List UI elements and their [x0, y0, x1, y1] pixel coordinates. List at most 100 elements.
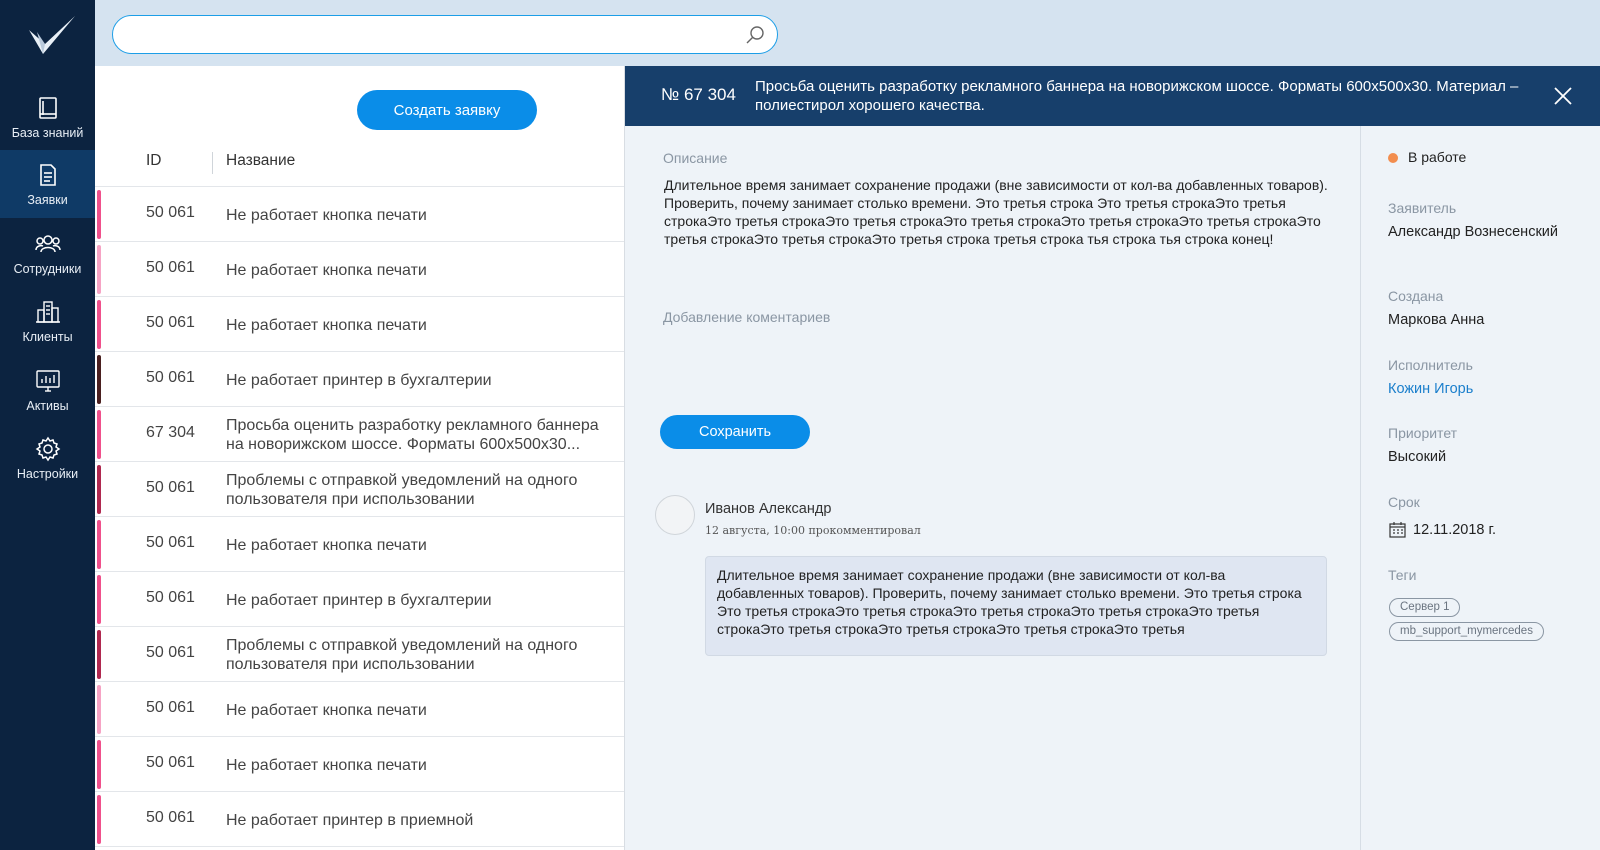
priority-marker — [97, 245, 101, 294]
table-row[interactable]: 50 061 Не работает кнопка печати — [95, 187, 624, 242]
priority-marker — [97, 575, 101, 624]
buildings-icon — [35, 300, 60, 323]
sidebar-item-label: База знаний — [11, 125, 84, 140]
table-row[interactable]: 50 061 Не работает принтер в бухгалтерии — [95, 352, 624, 407]
row-id: 50 061 — [146, 589, 195, 606]
status-text[interactable]: В работе — [1408, 149, 1466, 165]
applicant-value: Александр Вознесенский — [1388, 224, 1558, 240]
priority-value[interactable]: Высокий — [1388, 449, 1446, 465]
calendar-icon[interactable] — [1389, 521, 1406, 538]
column-divider — [212, 152, 213, 174]
priority-marker — [97, 630, 101, 679]
search-input[interactable] — [127, 24, 727, 46]
table-row[interactable]: 50 061 Проблемы с отправкой уведомлений н… — [95, 627, 624, 682]
row-title: Не работает принтер в приемной — [226, 811, 474, 829]
sidebar: База знаний Заявки Сотрудники Клиенты Ак… — [0, 0, 95, 850]
requests-list: 50 061 Не работает кнопка печати 50 061 Не … — [95, 186, 624, 847]
table-row[interactable]: 50 061 Не работает принтер в бухгалтерии — [95, 572, 624, 627]
comment-text: Длительное время занимает сохранение про… — [705, 556, 1327, 656]
table-row[interactable]: 67 304 Просьба оценить разработку рекламн… — [95, 407, 624, 462]
row-title: Проблемы с отправкой уведомлений на одно… — [226, 472, 578, 508]
row-id: 50 061 — [146, 259, 195, 276]
priority-marker — [97, 520, 101, 569]
comment-meta: 12 августа, 10:00 прокомментировал — [705, 524, 921, 537]
table-row[interactable]: 50 061 Проблемы с отправкой уведомлений н… — [95, 462, 624, 517]
row-title: Не работает кнопка печати — [226, 261, 427, 279]
priority-marker — [97, 685, 101, 734]
priority-marker — [97, 410, 101, 459]
row-title: Не работает кнопка печати — [226, 701, 427, 719]
sidebar-item-label: Настройки — [16, 466, 79, 481]
priority-marker — [97, 190, 101, 239]
row-title: Проблемы с отправкой уведомлений на одно… — [226, 637, 578, 673]
row-id: 50 061 — [146, 314, 195, 331]
tag-chip[interactable]: Сервер 1 — [1389, 598, 1461, 617]
priority-marker — [97, 355, 101, 404]
deadline-label: Срок — [1388, 494, 1420, 510]
created-value: Маркова Анна — [1388, 312, 1485, 328]
deadline-value[interactable]: 12.11.2018 г. — [1413, 522, 1496, 538]
table-row[interactable]: 50 061 Не работает кнопка печати — [95, 737, 624, 792]
row-id: 50 061 — [146, 534, 195, 551]
table-row[interactable]: 50 061 Не работает кнопка печати — [95, 682, 624, 737]
executor-link[interactable]: Кожин Игорь — [1388, 381, 1473, 397]
comment-input[interactable] — [663, 331, 1328, 401]
status-indicator — [1388, 153, 1398, 163]
comment-input-label: Добавление коментариев — [663, 309, 831, 325]
executor-label: Исполнитель — [1388, 357, 1473, 373]
requests-list-panel: Создать заявку ID Название 50 061 Не рабо… — [95, 66, 625, 850]
table-row[interactable]: 50 061 Не работает кнопка печати — [95, 242, 624, 297]
sidebar-item-label: Заявки — [27, 192, 68, 207]
column-header-id[interactable]: ID — [146, 152, 162, 182]
row-id: 50 061 — [146, 699, 195, 716]
priority-marker — [97, 300, 101, 349]
create-request-button[interactable]: Создать заявку — [357, 90, 537, 130]
request-title: Просьба оценить разработку рекламного ба… — [755, 78, 1519, 114]
request-detail-body: Описание Длительное время занимает сохра… — [625, 126, 1360, 850]
search-box[interactable] — [112, 15, 778, 54]
row-id: 50 061 — [146, 479, 195, 496]
row-id: 50 061 — [146, 809, 195, 826]
sidebar-item-requests[interactable]: Заявки — [0, 150, 95, 218]
row-title: Не работает кнопка печати — [226, 316, 427, 334]
tag-chip[interactable]: mb_support_mymercedes — [1389, 622, 1544, 641]
sidebar-item-clients[interactable]: Клиенты — [0, 287, 95, 355]
row-title: Не работает кнопка печати — [226, 206, 427, 224]
request-info-panel: В работе Заявитель Александр Вознесенски… — [1360, 126, 1600, 850]
table-row[interactable]: 50 061 Не работает кнопка печати — [95, 517, 624, 572]
sidebar-item-assets[interactable]: Активы — [0, 356, 95, 424]
search-icon[interactable] — [745, 25, 765, 45]
row-id: 50 061 — [146, 754, 195, 771]
row-title: Просьба оценить разработку рекламного ба… — [226, 417, 599, 453]
logo-checkmark-icon[interactable] — [27, 14, 77, 60]
description-text: Длительное время занимает сохранение про… — [664, 177, 1328, 247]
description-label: Описание — [663, 150, 728, 166]
avatar — [655, 495, 695, 535]
applicant-label: Заявитель — [1388, 200, 1457, 216]
close-icon[interactable] — [1552, 85, 1574, 107]
row-title: Не работает принтер в бухгалтерии — [226, 371, 492, 389]
sidebar-item-label: Сотрудники — [13, 261, 82, 276]
priority-marker — [97, 465, 101, 514]
sidebar-item-employees[interactable]: Сотрудники — [0, 219, 95, 287]
sidebar-item-label: Клиенты — [22, 329, 73, 344]
priority-marker — [97, 740, 101, 789]
row-id: 67 304 — [146, 424, 195, 441]
top-bar — [95, 0, 1600, 66]
row-title: Не работает кнопка печати — [226, 536, 427, 554]
sidebar-item-knowledge-base[interactable]: База знаний — [0, 83, 95, 151]
table-row[interactable]: 50 061 Не работает кнопка печати — [95, 297, 624, 352]
save-button[interactable]: Сохранить — [660, 415, 810, 449]
table-row[interactable]: 50 061 Не работает принтер в приемной — [95, 792, 624, 847]
created-label: Создана — [1388, 288, 1444, 304]
row-id: 50 061 — [146, 644, 195, 661]
tags-label: Теги — [1388, 567, 1417, 583]
row-title: Не работает кнопка печати — [226, 756, 427, 774]
users-icon — [34, 234, 61, 252]
row-title: Не работает принтер в бухгалтерии — [226, 591, 492, 609]
book-icon — [38, 96, 57, 119]
gear-icon — [35, 436, 60, 461]
sidebar-item-settings[interactable]: Настройки — [0, 424, 95, 492]
column-header-name[interactable]: Название — [226, 152, 295, 182]
comment-author[interactable]: Иванов Александр — [705, 501, 831, 517]
